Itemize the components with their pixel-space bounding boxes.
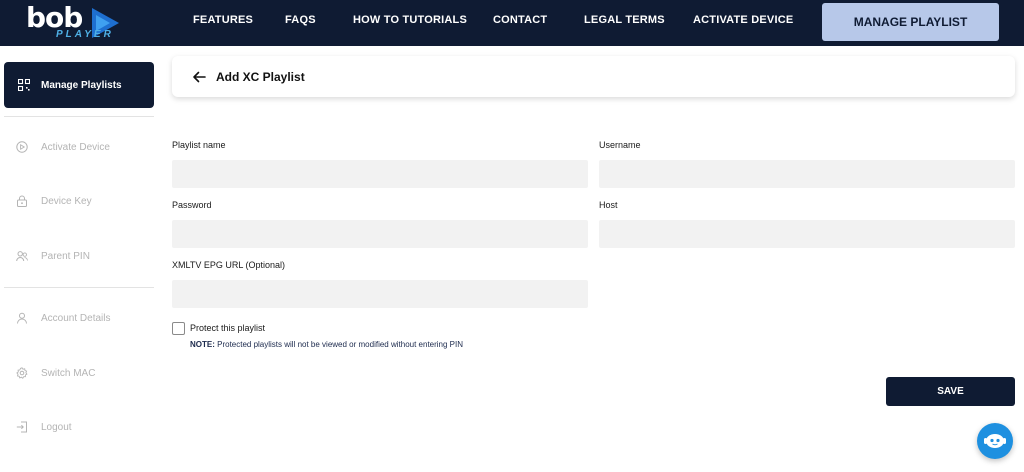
nav-link-legal-terms[interactable]: LEGAL TERMS bbox=[584, 14, 665, 26]
sidebar-item-label: Manage Playlists bbox=[41, 79, 122, 91]
logout-icon bbox=[16, 421, 27, 433]
gear-icon bbox=[16, 367, 28, 379]
epg-url-label: XMLTV EPG URL (Optional) bbox=[172, 260, 286, 270]
users-icon bbox=[16, 251, 28, 262]
sidebar-item-label: Account Details bbox=[41, 312, 111, 324]
sidebar-divider bbox=[4, 116, 154, 117]
back-arrow-icon[interactable] bbox=[192, 70, 206, 84]
note-text: Protected playlists will not be viewed o… bbox=[214, 340, 464, 349]
protect-playlist-checkbox[interactable] bbox=[172, 322, 185, 335]
user-icon bbox=[17, 312, 27, 324]
nav-link-how-to-tutorials[interactable]: HOW TO TUTORIALS bbox=[353, 14, 467, 26]
host-label: Host bbox=[599, 200, 618, 210]
playlist-name-input[interactable] bbox=[172, 160, 588, 188]
sidebar-item-label: Activate Device bbox=[41, 141, 110, 153]
sidebar-item-label: Device Key bbox=[41, 195, 92, 207]
nav-link-features[interactable]: FEATURES bbox=[193, 14, 253, 26]
play-circle-icon bbox=[16, 141, 28, 153]
host-input[interactable] bbox=[599, 220, 1015, 248]
sidebar-item-logout[interactable]: Logout bbox=[4, 415, 154, 439]
save-button[interactable]: SAVE bbox=[886, 377, 1015, 406]
sidebar-item-label: Parent PIN bbox=[41, 250, 90, 262]
sidebar-item-label: Switch MAC bbox=[41, 367, 96, 379]
sidebar-item-manage-playlists[interactable]: Manage Playlists bbox=[4, 62, 154, 108]
sidebar-item-activate-device[interactable]: Activate Device bbox=[4, 135, 154, 159]
sidebar-item-account-details[interactable]: Account Details bbox=[4, 306, 154, 330]
password-input[interactable] bbox=[172, 220, 588, 248]
chat-support-button[interactable] bbox=[977, 423, 1013, 459]
sidebar-item-label: Logout bbox=[41, 421, 72, 433]
grid-icon bbox=[18, 79, 30, 91]
sidebar-item-device-key[interactable]: Device Key bbox=[4, 189, 154, 213]
bob-player-logo[interactable]: bob PLAYER bbox=[24, 1, 134, 43]
playlist-name-label: Playlist name bbox=[172, 140, 226, 150]
sidebar: Manage Playlists Activate Device Device … bbox=[0, 46, 160, 472]
sidebar-item-switch-mac[interactable]: Switch MAC bbox=[4, 361, 154, 385]
page-title: Add XC Playlist bbox=[216, 69, 305, 84]
lock-icon bbox=[17, 195, 27, 207]
protect-playlist-label[interactable]: Protect this playlist bbox=[190, 323, 265, 333]
password-label: Password bbox=[172, 200, 212, 210]
nav-link-activate-device[interactable]: ACTIVATE DEVICE bbox=[693, 14, 793, 26]
manage-playlist-button[interactable]: MANAGE PLAYLIST bbox=[822, 3, 999, 41]
username-label: Username bbox=[599, 140, 641, 150]
protect-note: NOTE: Protected playlists will not be vi… bbox=[190, 340, 463, 349]
username-input[interactable] bbox=[599, 160, 1015, 188]
epg-url-input[interactable] bbox=[172, 280, 588, 308]
sidebar-item-parent-pin[interactable]: Parent PIN bbox=[4, 244, 154, 268]
page-header-card: Add XC Playlist bbox=[172, 56, 1015, 97]
sidebar-divider bbox=[4, 287, 154, 288]
nav-link-contact[interactable]: CONTACT bbox=[493, 14, 547, 26]
chat-bot-icon bbox=[984, 434, 1006, 448]
note-prefix: NOTE: bbox=[190, 340, 215, 349]
logo-subtext: PLAYER bbox=[56, 29, 114, 40]
top-navigation-bar: bob PLAYER FEATURES FAQS HOW TO TUTORIAL… bbox=[0, 0, 1024, 46]
nav-link-faqs[interactable]: FAQS bbox=[285, 14, 316, 26]
